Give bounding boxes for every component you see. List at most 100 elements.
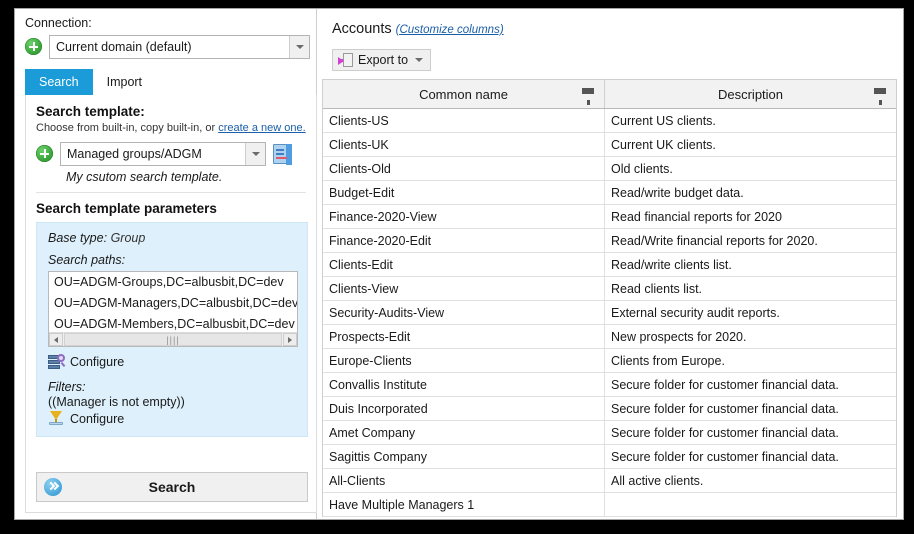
cell-common-name: Security-Audits-View xyxy=(323,301,605,324)
search-template-dropdown[interactable]: Managed groups/ADGM xyxy=(60,141,266,166)
table-row[interactable]: Sagittis Company Secure folder for custom… xyxy=(323,445,896,469)
filters-label: Filters: xyxy=(48,380,86,394)
table-row[interactable]: Duis Incorporated Secure folder for custo… xyxy=(323,397,896,421)
list-item[interactable]: OU=ADGM-Groups,DC=albusbit,DC=dev xyxy=(49,272,297,293)
column-filter-icon[interactable] xyxy=(582,88,594,105)
table-row[interactable]: Budget-Edit Read/write budget data. xyxy=(323,181,896,205)
export-document-icon xyxy=(338,52,353,68)
cell-description: Secure folder for customer financial dat… xyxy=(611,425,839,440)
search-template-row: Managed groups/ADGM xyxy=(36,141,308,166)
table-row[interactable]: Clients-Old Old clients. xyxy=(323,157,896,181)
table-header-row: Common name Description xyxy=(323,80,896,109)
configure-paths-button[interactable]: Configure xyxy=(48,354,307,370)
search-sidebar: Connection: Current domain (default) Sea… xyxy=(15,9,317,519)
cell-description: Secure folder for customer financial dat… xyxy=(611,449,839,464)
customize-columns-link[interactable]: (Customize columns) xyxy=(396,24,504,36)
column-header-description[interactable]: Description xyxy=(605,80,896,108)
table-row[interactable]: Europe-Clients Clients from Europe. xyxy=(323,349,896,373)
cell-description xyxy=(605,493,896,516)
connection-dropdown-arrow[interactable] xyxy=(289,35,309,58)
search-tab-panel: Search template: Choose from built-in, c… xyxy=(25,95,317,513)
table-row[interactable]: Finance-2020-Edit Read/Write financial re… xyxy=(323,229,896,253)
cell-description: Old clients. xyxy=(611,161,673,176)
table-body: Clients-US Current US clients. Clients-UK C… xyxy=(323,109,896,517)
cell-description: Read/write budget data. xyxy=(611,185,744,200)
caret-right-icon xyxy=(288,336,292,343)
scroll-right-button[interactable] xyxy=(283,333,297,346)
create-new-template-link[interactable]: create a new one. xyxy=(218,122,305,134)
list-item[interactable]: OU=ADGM-Managers,DC=albusbit,DC=dev xyxy=(49,293,297,314)
export-to-label: Export to xyxy=(358,53,409,67)
chevron-down-icon xyxy=(415,58,424,62)
cell-description: Secure folder for customer financial dat… xyxy=(611,401,839,416)
base-type-row: Base type: Group xyxy=(48,231,307,245)
connection-row: Current domain (default) xyxy=(25,34,310,59)
column-filter-icon[interactable] xyxy=(874,88,886,105)
add-connection-icon[interactable] xyxy=(25,38,42,55)
cell-description: All active clients. xyxy=(611,473,704,488)
cell-description: Read financial reports for 2020 xyxy=(611,209,782,224)
tab-strip: Search Import xyxy=(25,69,317,96)
table-row[interactable]: Security-Audits-View External security au… xyxy=(323,301,896,325)
export-to-button[interactable]: Export to xyxy=(332,49,432,71)
configure-paths-label: Configure xyxy=(70,355,125,369)
cell-common-name: Prospects-Edit xyxy=(323,325,605,348)
cell-description: Read clients list. xyxy=(611,281,703,296)
chevron-down-icon xyxy=(251,151,260,156)
connection-dropdown[interactable]: Current domain (default) xyxy=(49,34,310,59)
table-row[interactable]: Prospects-Edit New prospects for 2020. xyxy=(323,325,896,349)
cell-common-name: Clients-UK xyxy=(323,133,605,156)
configure-filters-button[interactable]: Configure xyxy=(48,411,307,427)
tab-import[interactable]: Import xyxy=(93,69,156,95)
cell-common-name: Budget-Edit xyxy=(323,181,605,204)
caret-left-icon xyxy=(54,336,58,343)
accounts-pane: Accounts (Customize columns) Export to Co… xyxy=(318,9,903,519)
template-document-icon[interactable] xyxy=(273,143,292,165)
table-row[interactable]: Clients-Edit Read/write clients list. xyxy=(323,253,896,277)
table-row[interactable]: Clients-View Read clients list. xyxy=(323,277,896,301)
table-row[interactable]: Have Multiple Managers 1 xyxy=(323,493,896,517)
cell-common-name: Sagittis Company xyxy=(323,445,605,468)
cell-common-name: Clients-US xyxy=(323,109,605,132)
accounts-title: Accounts xyxy=(332,21,392,37)
scroll-left-button[interactable] xyxy=(49,333,63,346)
cell-common-name: Amet Company xyxy=(323,421,605,444)
table-row[interactable]: Convallis Institute Secure folder for cus… xyxy=(323,373,896,397)
cell-description: Read/write clients list. xyxy=(611,257,732,272)
cell-description: External security audit reports. xyxy=(611,305,780,320)
server-search-icon xyxy=(48,354,66,370)
search-button[interactable]: Search xyxy=(36,472,308,502)
table-row[interactable]: Clients-US Current US clients. xyxy=(323,109,896,133)
search-paths-list[interactable]: OU=ADGM-Groups,DC=albusbit,DC=dev OU=ADG… xyxy=(48,271,298,347)
scrollbar-thumb[interactable]: |||| xyxy=(64,333,282,346)
search-template-title: Search template: xyxy=(36,104,145,119)
base-type-label: Base type: xyxy=(48,231,108,245)
search-template-dropdown-arrow[interactable] xyxy=(245,142,265,165)
column-header-common-name[interactable]: Common name xyxy=(323,80,605,108)
accounts-table: Common name Description Clients-US Curren… xyxy=(322,79,897,517)
page-title: Accounts (Customize columns) xyxy=(332,21,504,37)
cell-description: New prospects for 2020. xyxy=(611,329,747,344)
filters-value: ((Manager is not empty)) xyxy=(48,395,185,409)
table-row[interactable]: All-Clients All active clients. xyxy=(323,469,896,493)
table-row[interactable]: Amet Company Secure folder for customer f… xyxy=(323,421,896,445)
base-type-value: Group xyxy=(110,231,146,245)
add-template-icon[interactable] xyxy=(36,145,53,162)
column-header-common-name-label: Common name xyxy=(419,86,508,102)
chevron-down-icon xyxy=(295,44,304,49)
search-template-hint-text: Choose from built-in, copy built-in, or xyxy=(36,122,219,134)
search-template-hint: Choose from built-in, copy built-in, or … xyxy=(36,122,316,134)
horizontal-scrollbar[interactable]: |||| xyxy=(49,332,297,346)
section-divider xyxy=(36,192,306,193)
application-window: Connection: Current domain (default) Sea… xyxy=(14,8,904,520)
table-row[interactable]: Finance-2020-View Read financial reports … xyxy=(323,205,896,229)
search-parameters-panel: Base type: Group Search paths: OU=ADGM-G… xyxy=(36,222,308,437)
table-row[interactable]: Clients-UK Current UK clients. xyxy=(323,133,896,157)
tab-search[interactable]: Search xyxy=(25,69,93,95)
search-template-value: Managed groups/ADGM xyxy=(67,146,202,161)
connection-label: Connection: xyxy=(25,16,92,30)
cell-common-name: Have Multiple Managers 1 xyxy=(323,493,605,516)
cell-description: Read/Write financial reports for 2020. xyxy=(611,233,818,248)
cell-common-name: Finance-2020-View xyxy=(323,205,605,228)
cell-description: Clients from Europe. xyxy=(611,353,725,368)
